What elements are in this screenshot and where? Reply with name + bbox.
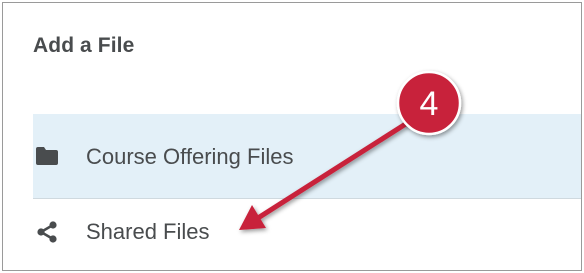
course-offering-files-option[interactable]: Course Offering Files xyxy=(33,114,581,199)
shared-files-option[interactable]: Shared Files xyxy=(33,200,581,270)
share-icon xyxy=(35,220,59,244)
add-file-dialog: Add a File Course Offering Files Shared … xyxy=(2,2,582,271)
folder-icon xyxy=(35,144,59,168)
course-offering-files-label: Course Offering Files xyxy=(86,144,294,169)
shared-files-label: Shared Files xyxy=(86,218,210,244)
dialog-title: Add a File xyxy=(33,34,135,57)
